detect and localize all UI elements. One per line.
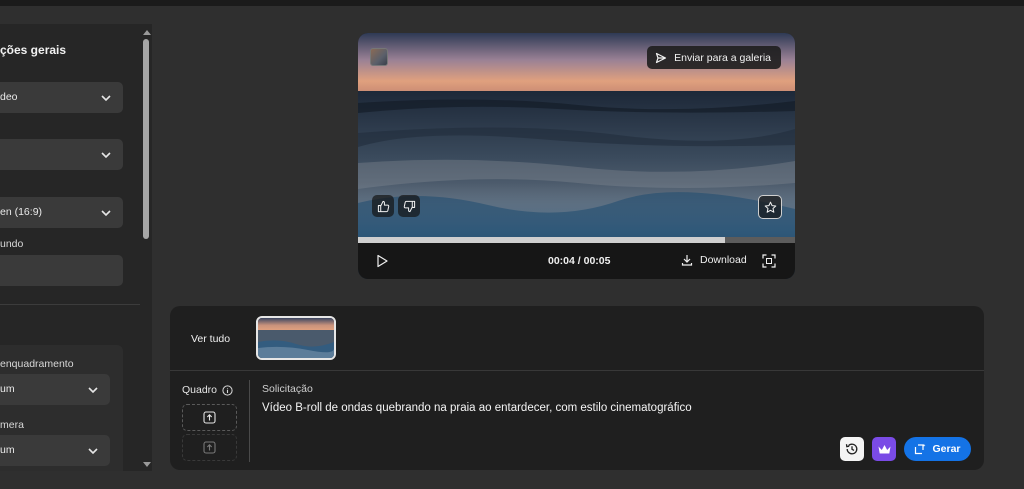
download-label: Download (700, 254, 747, 266)
settings-sidebar: ções gerais deo en (16:9) undo enquadram… (0, 24, 152, 471)
end-frame-upload[interactable] (182, 434, 237, 461)
play-icon[interactable] (375, 254, 389, 268)
dislike-button[interactable] (398, 195, 420, 217)
scroll-down-arrow-icon[interactable] (143, 462, 151, 467)
star-icon (764, 201, 776, 213)
chevron-down-icon (101, 152, 111, 159)
thumbs-up-icon (377, 200, 389, 212)
send-icon (656, 52, 667, 63)
generate-button[interactable]: Gerar (904, 437, 971, 461)
upload-icon (203, 441, 216, 454)
chevron-down-icon (88, 387, 98, 394)
chevron-down-icon (101, 95, 111, 102)
see-all-link[interactable]: Ver tudo (191, 333, 230, 345)
aspect-ratio-select[interactable]: en (16:9) (0, 197, 123, 228)
content-type-value: deo (0, 91, 18, 103)
background-label: undo (0, 238, 24, 250)
camera-settings-group: enquadramento um mera um (0, 345, 123, 471)
info-icon[interactable] (222, 384, 233, 396)
history-icon (845, 443, 858, 455)
sidebar-section-title: ções gerais (0, 43, 67, 57)
top-bar (0, 0, 1024, 6)
thumbs-down-icon (403, 200, 415, 212)
playback-time: 00:04 / 00:05 (548, 255, 611, 267)
video-player[interactable]: Enviar para a galeria 00:04 / 00:05 Down… (358, 33, 795, 279)
chevron-down-icon (101, 210, 111, 217)
camera-value: um (0, 444, 15, 456)
framing-select[interactable]: um (0, 374, 110, 405)
model-select[interactable] (0, 139, 123, 170)
premium-button[interactable] (872, 437, 896, 461)
crown-icon (878, 444, 890, 453)
frame-label-text: Quadro (182, 384, 218, 396)
content-type-select[interactable]: deo (0, 82, 123, 113)
player-controls: 00:04 / 00:05 Download (358, 243, 795, 279)
frame-label: Quadro (182, 384, 233, 396)
framing-value: um (0, 383, 15, 395)
fullscreen-icon[interactable] (762, 254, 776, 268)
scrollbar-thumb[interactable] (143, 39, 149, 239)
generate-sparkle-icon (915, 443, 926, 455)
favorite-button[interactable] (758, 195, 782, 219)
download-icon (681, 255, 693, 266)
prompt-input[interactable]: Vídeo B-roll de ondas quebrando na praia… (262, 402, 692, 414)
scroll-up-arrow-icon[interactable] (143, 30, 151, 35)
app-thumbnail-icon (370, 48, 388, 66)
upload-icon (203, 411, 216, 424)
prompt-history-button[interactable] (840, 437, 864, 461)
camera-label: mera (0, 419, 24, 431)
camera-select[interactable]: um (0, 435, 110, 466)
generation-panel: Ver tudo Quadro Solicitação Vídeo B-roll… (170, 306, 984, 470)
generate-label: Gerar (932, 443, 961, 455)
like-button[interactable] (372, 195, 394, 217)
download-button[interactable]: Download (681, 254, 747, 266)
vertical-divider (249, 380, 250, 462)
prompt-label: Solicitação (262, 383, 313, 395)
send-to-gallery-label: Enviar para a galeria (674, 51, 771, 64)
chevron-down-icon (88, 448, 98, 455)
sidebar-scrollbar[interactable] (142, 30, 151, 471)
framing-label: enquadramento (0, 358, 74, 370)
history-thumbnail[interactable] (256, 316, 336, 360)
panel-divider (170, 370, 984, 371)
sidebar-divider (0, 304, 140, 305)
send-to-gallery-button[interactable]: Enviar para a galeria (647, 46, 781, 69)
background-input[interactable] (0, 255, 123, 286)
aspect-ratio-value: en (16:9) (0, 206, 43, 218)
start-frame-upload[interactable] (182, 404, 237, 431)
thumbnail-beach-image (258, 318, 334, 358)
